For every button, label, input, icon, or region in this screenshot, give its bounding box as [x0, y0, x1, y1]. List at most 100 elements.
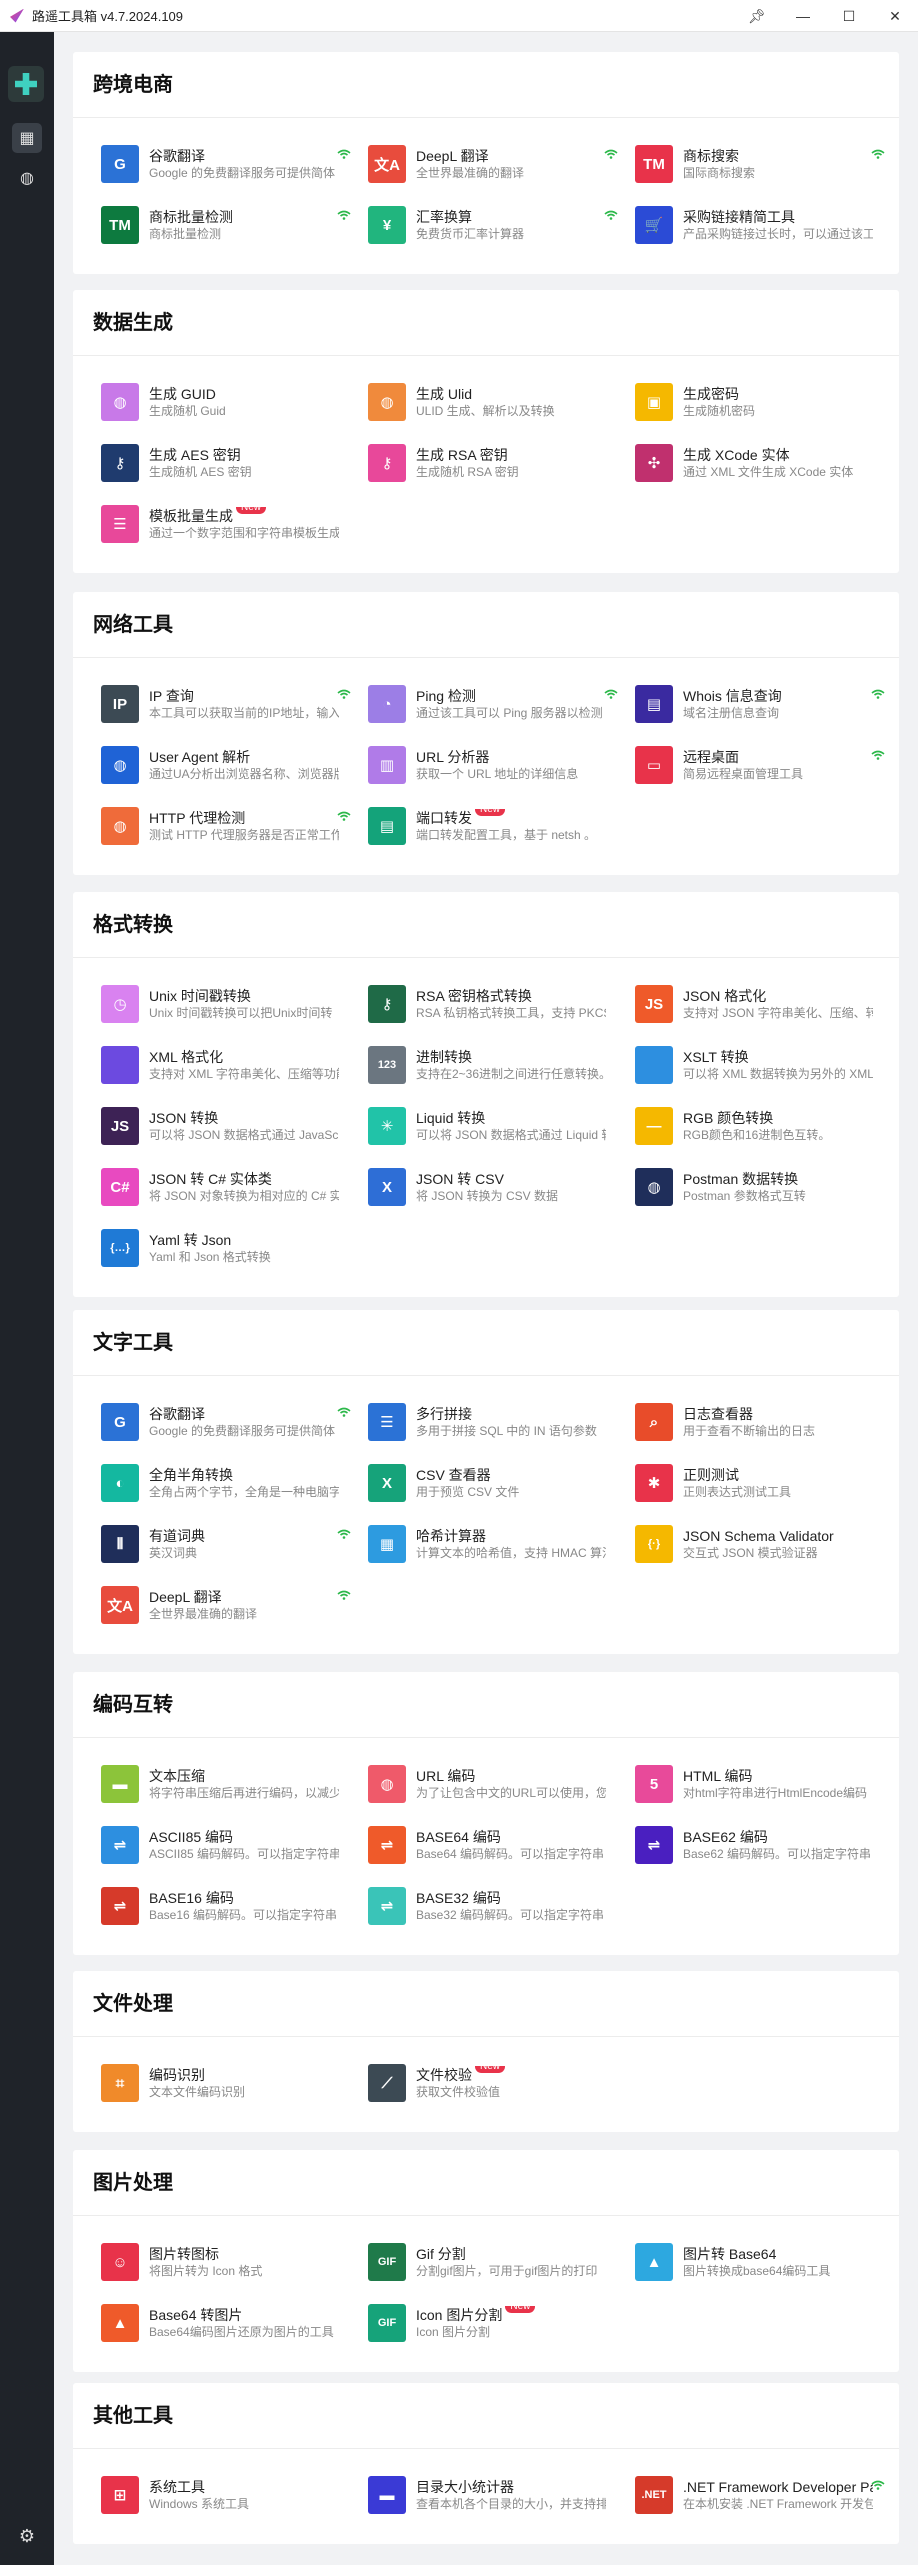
tool-item[interactable]: ◍ URL 编码 为了让包含中文的URL可以使用，您: [368, 1754, 618, 1814]
globe-icon[interactable]: ◍: [12, 163, 42, 193]
tool-name-text: 谷歌翻译: [149, 1405, 205, 1422]
tool-name-text: 图片转 Base64: [683, 2245, 777, 2262]
tool-item[interactable]: ⚷ 生成 AES 密钥 生成随机 AES 密钥: [101, 433, 351, 493]
tool-name: 图片转 Base64: [683, 2245, 873, 2263]
tool-item[interactable]: ⇌ BASE64 编码 Base64 编码解码。可以指定字符串: [368, 1815, 618, 1875]
tool-item[interactable]: IP IP 查询 本工具可以获取当前的IP地址，输入: [101, 674, 351, 734]
tool-item[interactable]: ◍ HTTP 代理检测 测试 HTTP 代理服务器是否正常工作: [101, 796, 351, 856]
tool-item[interactable]: ⇌ BASE32 编码 Base32 编码解码。可以指定字符串: [368, 1876, 618, 1936]
tool-item[interactable]: 文A DeepL 翻译 全世界最准确的翻译: [368, 134, 618, 194]
tool-item[interactable]: ⊞ 系统工具 Windows 系统工具: [101, 2465, 351, 2525]
gear-icon[interactable]: ⚙: [12, 2521, 42, 2551]
tool-name-text: Gif 分割: [416, 2245, 466, 2262]
close-button[interactable]: ✕: [872, 0, 918, 32]
tool-item[interactable]: ✣ 生成 XCode 实体 通过 XML 文件生成 XCode 实体: [635, 433, 885, 493]
tool-name: 全角半角转换: [149, 1466, 339, 1484]
tool-item[interactable]: .NET .NET Framework Developer Pack 在本机安装 .…: [635, 2465, 885, 2525]
online-icon: [871, 146, 885, 159]
tool-item[interactable]: 123 进制转换 支持在2~36进制之间进行任意转换。: [368, 1035, 618, 1095]
tool-description: 可以将 XML 数据转换为另外的 XML: [683, 1066, 873, 1081]
tool-item[interactable]: G 谷歌翻译 Google 的免费翻译服务可提供简体: [101, 1392, 351, 1452]
online-icon: [337, 207, 351, 220]
tool-name-text: 目录大小统计器: [416, 2478, 514, 2495]
new-badge: New: [475, 2065, 506, 2073]
tool-item[interactable]: ▭ 远程桌面 简易远程桌面管理工具: [635, 735, 885, 795]
tool-item[interactable]: G 谷歌翻译 Google 的免费翻译服务可提供简体: [101, 134, 351, 194]
key-icon: ⚷: [368, 444, 406, 482]
maximize-button[interactable]: ☐: [826, 0, 872, 32]
tool-name-text: XSLT 转换: [683, 1048, 749, 1065]
tool-item[interactable]: ▬ 目录大小统计器 查看本机各个目录的大小，并支持排: [368, 2465, 618, 2525]
tool-item[interactable]: ◐ 全角半角转换 全角占两个字节，全角是一种电脑字: [101, 1453, 351, 1513]
tool-item[interactable]: ◔ Ping 检测 通过该工具可以 Ping 服务器以检测: [368, 674, 618, 734]
tool-name-text: 进制转换: [416, 1048, 472, 1065]
tool-item[interactable]: ◷ Unix 时间戳转换 Unix 时间戳转换可以把Unix时间转: [101, 974, 351, 1034]
tool-item[interactable]: ✱ 正则测试 正则表达式测试工具: [635, 1453, 885, 1513]
tool-description: Icon 图片分割: [416, 2324, 491, 2339]
tool-item[interactable]: ☰ 模板批量生成New 通过一个数字范围和字符串模板生成: [101, 494, 351, 554]
tool-item[interactable]: ▦ 哈希计算器 计算文本的哈希值，支持 HMAC 算法: [368, 1514, 618, 1574]
tool-item[interactable]: TM 商标搜索 国际商标搜索: [635, 134, 885, 194]
contrast-icon: ◐: [101, 1464, 139, 1502]
tool-name: .NET Framework Developer Pack: [683, 2478, 873, 2496]
tool-item[interactable]: 🛒 采购链接精简工具 产品采购链接过长时，可以通过该工: [635, 195, 885, 255]
tool-item[interactable]: — RGB 颜色转换 RGB颜色和16进制色互转。: [635, 1096, 885, 1156]
remote-desktop-icon: ▭: [635, 746, 673, 784]
minimize-button[interactable]: —: [780, 0, 826, 32]
tool-item[interactable]: ¥ 汇率换算 免费货币汇率计算器: [368, 195, 618, 255]
tool-item[interactable]: {·} JSON Schema Validator 交互式 JSON 模式验证器: [635, 1514, 885, 1574]
tool-item[interactable]: ▲ 图片转 Base64 图片转换成base64编码工具: [635, 2232, 885, 2292]
tool-item[interactable]: ▬ 文本压缩 将字符串压缩后再进行编码，以减少: [101, 1754, 351, 1814]
cart-icon: 🛒: [635, 206, 673, 244]
tool-name: Gif 分割: [416, 2245, 606, 2263]
tool-item[interactable]: ◍ 生成 GUID 生成随机 Guid: [101, 372, 351, 432]
tool-item[interactable]: ⚷ 生成 RSA 密钥 生成随机 RSA 密钥: [368, 433, 618, 493]
tool-item[interactable]: ✳ Liquid 转换 可以将 JSON 数据格式通过 Liquid 转换: [368, 1096, 618, 1156]
tool-item[interactable]: X JSON 转 CSV 将 JSON 转换为 CSV 数据: [368, 1157, 618, 1217]
grid-icon[interactable]: ▦: [12, 123, 42, 153]
title-bar: 路遥工具箱 v4.7.2024.109 📌︎ — ☐ ✕: [0, 0, 918, 32]
tool-item[interactable]: ◍ 生成 Ulid ULID 生成、解析以及转换: [368, 372, 618, 432]
tool-item[interactable]: {…} Yaml 转 Json Yaml 和 Json 格式转换: [101, 1218, 351, 1278]
tool-item[interactable]: ▲ Base64 转图片 Base64编码图片还原为图片的工具: [101, 2293, 351, 2353]
tool-item[interactable]: ⫴ 有道词典 英汉词典: [101, 1514, 351, 1574]
tool-item[interactable]: ▤ Whois 信息查询 域名注册信息查询: [635, 674, 885, 734]
tool-name: Whois 信息查询: [683, 687, 873, 705]
tool-name: 图片转图标: [149, 2245, 339, 2263]
tool-item[interactable]: ⌗ 编码识别 文本文件编码识别: [101, 2053, 351, 2113]
tool-item[interactable]: ⌕ 日志查看器 用于查看不断输出的日志: [635, 1392, 885, 1452]
tool-name: BASE64 编码: [416, 1828, 606, 1846]
tool-description: 将图片转为 Icon 格式: [149, 2263, 263, 2278]
tool-item[interactable]: C# JSON 转 C# 实体类将 JSON 对象转换为相对应的 C# 实体: [101, 1157, 351, 1217]
tool-item[interactable]: ☰ 多行拼接 多用于拼接 SQL 中的 IN 语句参数: [368, 1392, 618, 1452]
tool-item[interactable]: ☺ 图片转图标 将图片转为 Icon 格式: [101, 2232, 351, 2292]
tool-item[interactable]: XML 格式化 支持对 XML 字符串美化、压缩等功能: [101, 1035, 351, 1095]
tool-item[interactable]: JS JSON 格式化 支持对 JSON 字符串美化、压缩、转: [635, 974, 885, 1034]
tool-item[interactable]: X CSV 查看器 用于预览 CSV 文件: [368, 1453, 618, 1513]
tool-item[interactable]: GIF Icon 图片分割New Icon 图片分割: [368, 2293, 618, 2353]
tool-item[interactable]: ⟋ 文件校验New 获取文件校验值: [368, 2053, 618, 2113]
tool-item[interactable]: GIF Gif 分割 分割gif图片，可用于gif图片的打印: [368, 2232, 618, 2292]
tool-item[interactable]: ⇌ ASCII85 编码 ASCII85 编码解码。可以指定字符串: [101, 1815, 351, 1875]
tool-description: Base64编码图片还原为图片的工具: [149, 2324, 334, 2339]
tool-item[interactable]: ▤ 端口转发New 端口转发配置工具，基于 netsh 。: [368, 796, 618, 856]
tool-name-text: ASCII85 编码: [149, 1828, 234, 1845]
tool-item[interactable]: ⇌ BASE16 编码 Base16 编码解码。可以指定字符串: [101, 1876, 351, 1936]
pin-icon[interactable]: 📌︎: [734, 0, 780, 32]
tool-name: Icon 图片分割New: [416, 2305, 606, 2324]
tool-item[interactable]: 5 HTML 编码 对html字符串进行HtmlEncode编码: [635, 1754, 885, 1814]
tool-item[interactable]: XSLT 转换 可以将 XML 数据转换为另外的 XML: [635, 1035, 885, 1095]
tool-item[interactable]: TM 商标批量检测 商标批量检测: [101, 195, 351, 255]
online-icon: [337, 686, 351, 699]
tool-name: Base64 转图片: [149, 2306, 339, 2324]
tool-item[interactable]: 文A DeepL 翻译 全世界最准确的翻译: [101, 1575, 351, 1635]
port-icon: ▤: [368, 807, 406, 845]
tool-item[interactable]: ◍ Postman 数据转换 Postman 参数格式互转: [635, 1157, 885, 1217]
tool-description: 查看本机各个目录的大小，并支持排: [416, 2496, 606, 2511]
tool-item[interactable]: ◍ User Agent 解析 通过UA分析出浏览器名称、浏览器版: [101, 735, 351, 795]
tool-item[interactable]: ⇌ BASE62 编码 Base62 编码解码。可以指定字符串: [635, 1815, 885, 1875]
tool-item[interactable]: ⚷ RSA 密钥格式转换 RSA 私钥格式转换工具，支持 PKCS: [368, 974, 618, 1034]
tool-item[interactable]: ▣ 生成密码 生成随机密码: [635, 372, 885, 432]
tool-item[interactable]: JS JSON 转换 可以将 JSON 数据格式通过 JavaScript: [101, 1096, 351, 1156]
tool-item[interactable]: ▥ URL 分析器 获取一个 URL 地址的详细信息: [368, 735, 618, 795]
